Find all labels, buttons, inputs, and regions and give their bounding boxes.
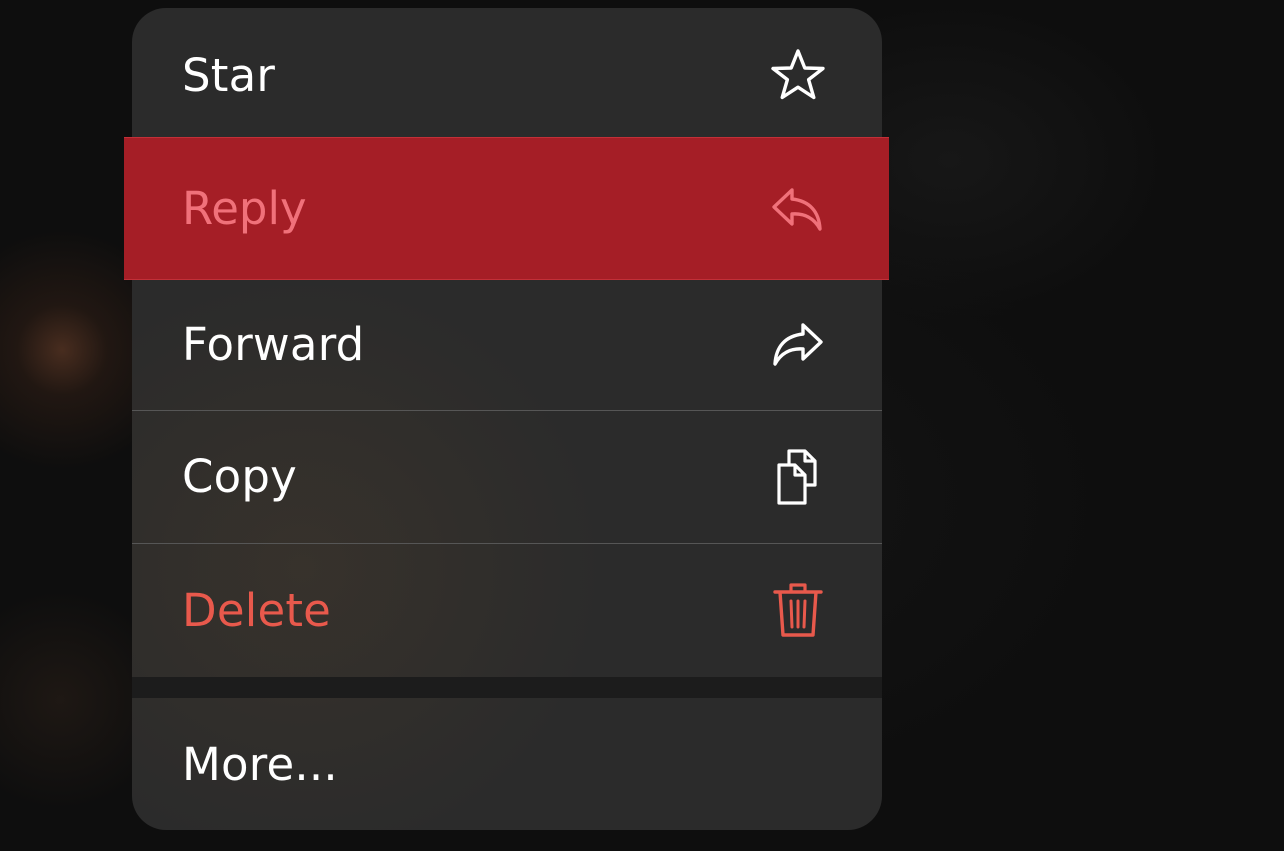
forward-icon — [769, 315, 827, 373]
menu-item-label: Star — [182, 49, 276, 102]
menu-item-label: Delete — [182, 583, 332, 637]
menu-item-label: Copy — [182, 450, 297, 503]
reply-icon — [768, 180, 826, 238]
menu-item-label: More... — [182, 737, 338, 791]
menu-item-delete[interactable]: Delete — [132, 543, 882, 677]
menu-group-divider — [132, 677, 882, 698]
menu-item-reply[interactable]: Reply — [124, 137, 889, 280]
menu-item-label: Forward — [182, 317, 365, 371]
star-icon — [769, 47, 827, 105]
menu-item-more[interactable]: More... — [132, 698, 882, 830]
trash-icon — [769, 581, 827, 639]
copy-icon — [769, 448, 827, 506]
menu-item-forward[interactable]: Forward — [132, 278, 882, 410]
menu-item-label: Reply — [182, 182, 307, 235]
menu-item-star[interactable]: Star — [132, 8, 882, 143]
menu-item-copy[interactable]: Copy — [132, 410, 882, 543]
context-menu: Star Forward Copy Delete More... — [132, 8, 882, 830]
